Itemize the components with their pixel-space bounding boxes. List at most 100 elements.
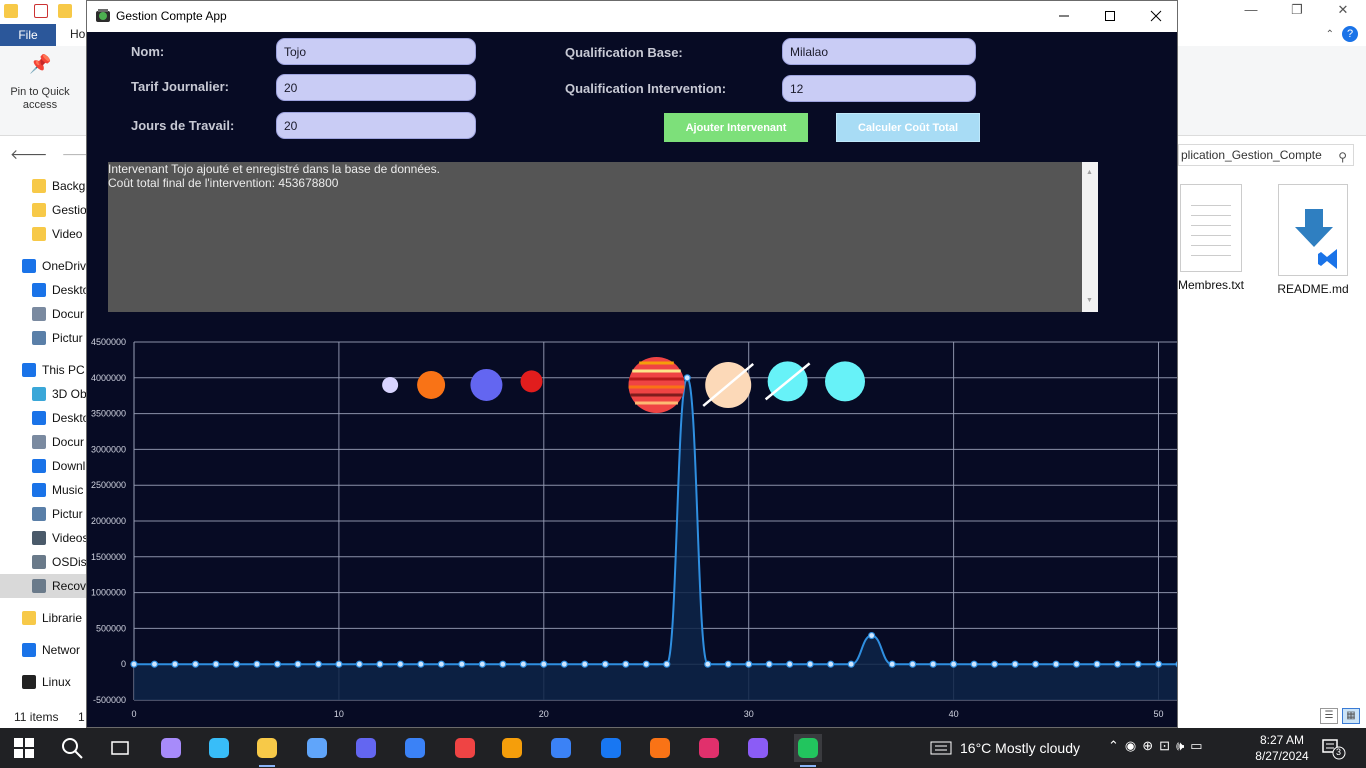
- ribbon-expand-icon[interactable]: ⌃: [1326, 29, 1334, 40]
- tree-item[interactable]: Docur: [0, 302, 86, 326]
- tree-item[interactable]: OSDis: [0, 550, 86, 574]
- help-icon[interactable]: ?: [1342, 26, 1358, 42]
- tree-item[interactable]: OneDriv: [0, 254, 86, 278]
- tree-item[interactable]: Networ: [0, 638, 86, 662]
- chrome-icon[interactable]: [451, 734, 479, 762]
- data-point: [130, 660, 138, 668]
- edge-icon[interactable]: [205, 734, 233, 762]
- explorer-minimize-button[interactable]: —: [1228, 0, 1274, 22]
- data-point: [294, 660, 302, 668]
- search-icon[interactable]: [58, 734, 86, 762]
- tree-item[interactable]: Downl: [0, 454, 86, 478]
- video-editor-icon[interactable]: [498, 734, 526, 762]
- app-close-button[interactable]: [1133, 1, 1177, 31]
- tree-item[interactable]: Videos: [0, 526, 86, 550]
- tree-item-label: Video: [52, 227, 83, 241]
- ajouter-intervenant-button[interactable]: Ajouter Intervenant: [664, 113, 808, 142]
- scroll-up-arrow-icon[interactable]: ▲: [1086, 166, 1093, 180]
- webcam-icon[interactable]: ⊡: [1159, 738, 1170, 754]
- visual-studio-icon[interactable]: [744, 734, 772, 762]
- checkbox-icon[interactable]: [34, 4, 48, 18]
- calculer-cout-total-button[interactable]: Calculer Coût Total: [836, 113, 980, 142]
- qualification-intervention-input[interactable]: [782, 75, 976, 102]
- tree-item[interactable]: Video: [0, 222, 86, 246]
- new-folder-icon[interactable]: [58, 4, 72, 18]
- data-point: [950, 660, 958, 668]
- tree-item[interactable]: Deskto: [0, 278, 86, 302]
- tab-file[interactable]: File: [0, 24, 56, 46]
- app-maximize-button[interactable]: [1087, 1, 1133, 31]
- notifications-button[interactable]: 3: [1320, 736, 1346, 760]
- volume-icon[interactable]: 🕪: [1176, 738, 1184, 754]
- instagram-icon[interactable]: [695, 734, 723, 762]
- tree-item-label: This PC: [42, 363, 85, 377]
- explorer-search-box[interactable]: plication_Gestion_Compte ⚲: [1178, 144, 1354, 166]
- details-view-icon[interactable]: ☰: [1320, 708, 1338, 724]
- data-point: [929, 660, 937, 668]
- start-icon[interactable]: [10, 734, 38, 762]
- scroll-down-arrow-icon[interactable]: ▼: [1086, 294, 1093, 308]
- notification-count: 3: [1336, 747, 1342, 757]
- jours-de-travail-input[interactable]: [276, 112, 476, 139]
- output-log[interactable]: Intervenant Tojo ajouté et enregistré da…: [108, 162, 1098, 312]
- large-icons-view-icon[interactable]: ▦: [1342, 708, 1360, 724]
- tree-item[interactable]: Backg: [0, 174, 86, 198]
- y-tick-label: 1000000: [91, 588, 126, 598]
- explorer-close-button[interactable]: ✕: [1320, 0, 1366, 22]
- tab-home[interactable]: Ho: [70, 27, 85, 41]
- store-icon[interactable]: [303, 734, 331, 762]
- file-explorer-icon[interactable]: [253, 734, 281, 767]
- data-point: [273, 660, 282, 668]
- data-point: [704, 660, 712, 668]
- qualification-base-input[interactable]: [782, 38, 976, 65]
- tree-item[interactable]: Pictur: [0, 502, 86, 526]
- show-hidden-icons-icon[interactable]: ⌃: [1108, 738, 1119, 754]
- app-minimize-button[interactable]: [1041, 1, 1087, 31]
- mail-icon[interactable]: [401, 734, 429, 762]
- y-tick-label: 0: [121, 659, 126, 669]
- log-scrollbar[interactable]: ▲ ▼: [1082, 162, 1098, 312]
- text-file-icon: [1180, 184, 1242, 272]
- language-icon[interactable]: ⊕: [1142, 738, 1153, 754]
- data-point: [868, 631, 876, 640]
- file-item-membres[interactable]: Membres.txt: [1168, 180, 1254, 292]
- tree-item-label: Recov: [52, 579, 86, 593]
- cost-chart[interactable]: -500000 0 500000 1000000 1500000 2000000 25000…: [87, 333, 1178, 728]
- desktop: — ❐ ✕ File Ho ⌃ ? 📌 Pin to Quick access …: [0, 0, 1366, 768]
- facebook-icon[interactable]: [597, 734, 625, 762]
- tree-item[interactable]: Music: [0, 478, 86, 502]
- tree-item[interactable]: This PC: [0, 358, 86, 382]
- tree-item[interactable]: Docur: [0, 430, 86, 454]
- folder-icon: [32, 179, 46, 193]
- search-icon[interactable]: ⚲: [1338, 147, 1347, 165]
- tarif-journalier-input[interactable]: [276, 74, 476, 101]
- nom-input[interactable]: [276, 38, 476, 65]
- tree-item[interactable]: Deskto: [0, 406, 86, 430]
- pin-to-quick-access-button[interactable]: 📌 Pin to Quick access: [6, 55, 74, 112]
- task-view-icon[interactable]: [106, 734, 134, 762]
- x-tick-label: 20: [539, 709, 549, 719]
- battery-icon[interactable]: ▭: [1190, 738, 1202, 754]
- gestion-app-icon[interactable]: [794, 734, 822, 767]
- firefox-icon[interactable]: [646, 734, 674, 762]
- data-point: [1011, 660, 1019, 668]
- clock[interactable]: 8:27 AM 8/27/2024: [1244, 732, 1320, 764]
- tree-item[interactable]: Gestio: [0, 198, 86, 222]
- drive-icon: [32, 555, 46, 569]
- folder-icon: [32, 203, 46, 217]
- tree-item[interactable]: Pictur: [0, 326, 86, 350]
- tree-item[interactable]: Linux: [0, 670, 86, 694]
- todo-icon[interactable]: [547, 734, 575, 762]
- explorer-maximize-button[interactable]: ❐: [1274, 0, 1320, 22]
- media-icon[interactable]: [352, 734, 380, 762]
- file-name: Membres.txt: [1177, 278, 1244, 292]
- app-logo-icon: [96, 9, 110, 22]
- file-item-readme[interactable]: README.md: [1270, 180, 1356, 296]
- tree-item[interactable]: Librarie: [0, 606, 86, 630]
- copilot-icon[interactable]: [157, 734, 185, 762]
- back-arrow-icon[interactable]: 🡐: [10, 146, 48, 163]
- weather-widget[interactable]: 16°C Mostly cloudy: [930, 740, 1080, 756]
- tree-item[interactable]: Recov: [0, 574, 86, 598]
- security-icon[interactable]: ◉: [1125, 738, 1136, 754]
- tree-item[interactable]: 3D Ob: [0, 382, 86, 406]
